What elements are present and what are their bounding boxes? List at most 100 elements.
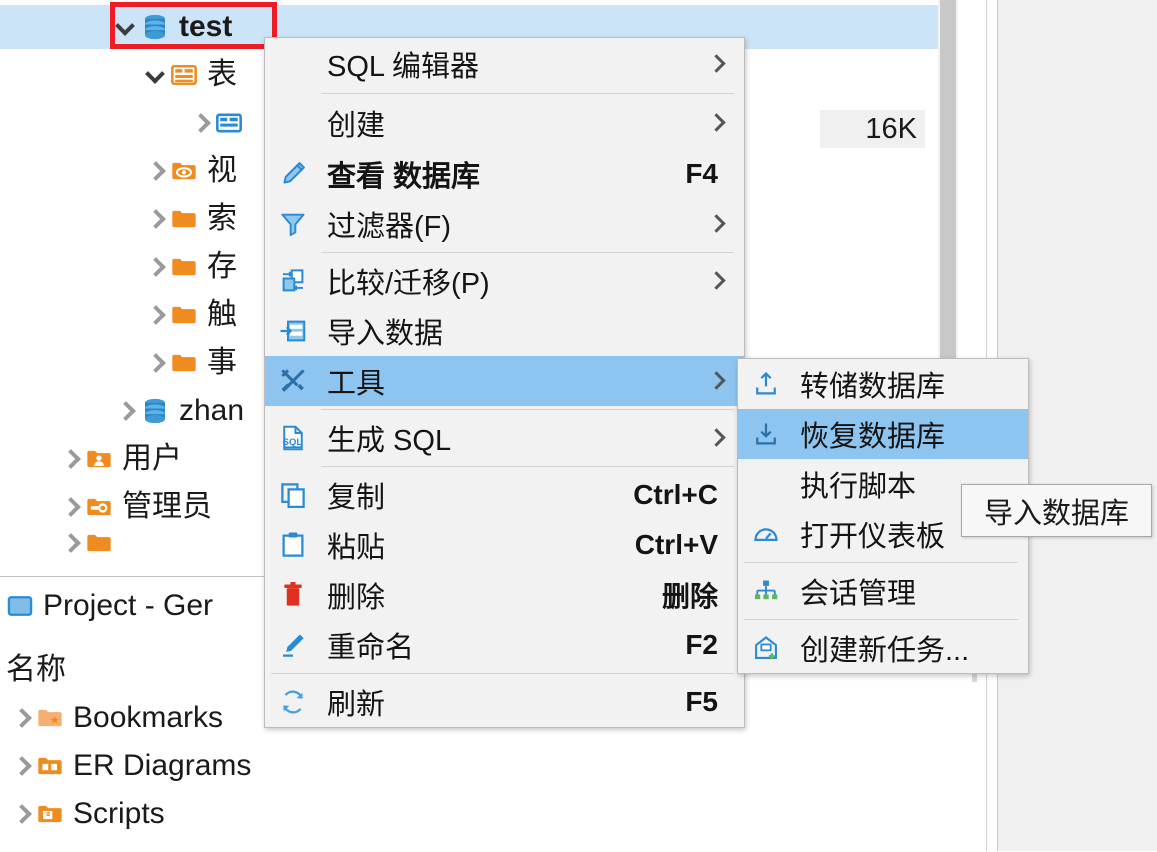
menu-item-accelerator: Ctrl+C xyxy=(633,479,718,510)
generate-sql-icon: SQL xyxy=(271,413,315,463)
tree-node-views[interactable]: 视 xyxy=(140,149,237,193)
admin-folder-icon xyxy=(85,493,113,521)
no-icon xyxy=(271,39,315,89)
chevron-right-icon xyxy=(61,498,79,516)
tree-node-users[interactable]: 用户 xyxy=(55,437,182,481)
menu-separator xyxy=(321,93,734,94)
tree-node-triggers[interactable]: 触 xyxy=(140,293,237,337)
download-icon xyxy=(744,409,788,459)
menu-separator xyxy=(321,252,734,253)
tree-node-label: 用户 xyxy=(122,442,182,475)
tree-node-zhan[interactable]: zhan xyxy=(110,389,244,433)
tree-node-tables[interactable]: 表 xyxy=(140,53,237,97)
menu-item-sql-editor[interactable]: SQL 编辑器 xyxy=(265,38,744,90)
context-menu[interactable]: SQL 编辑器 创建 查看 数据库 F4 过滤器(F) 比较/迁移(P) 导入数… xyxy=(264,37,745,728)
menu-item-paste[interactable]: 粘贴 Ctrl+V xyxy=(265,520,744,570)
chevron-right-icon xyxy=(61,450,79,468)
menu-item-label: SQL 编辑器 xyxy=(327,51,480,83)
submenu-item-restore-database[interactable]: 恢复数据库 xyxy=(738,409,1028,459)
menu-separator xyxy=(321,466,734,467)
tree-node-partial-below[interactable] xyxy=(55,533,122,553)
menu-item-import-data[interactable]: 导入数据 xyxy=(265,306,744,356)
chevron-right-icon xyxy=(146,162,164,180)
upload-icon xyxy=(744,359,788,409)
chevron-right-icon xyxy=(191,114,209,132)
menu-item-view-database[interactable]: 查看 数据库 F4 xyxy=(265,149,744,199)
menu-item-label: 刷新 xyxy=(327,689,386,721)
chevron-right-icon xyxy=(146,258,164,276)
menu-item-refresh[interactable]: 刷新 F5 xyxy=(265,677,744,727)
compare-icon xyxy=(271,256,315,306)
chevron-right-icon xyxy=(708,372,726,390)
menu-item-accelerator: Ctrl+V xyxy=(634,529,718,560)
menu-item-filter[interactable]: 过滤器(F) xyxy=(265,199,744,249)
project-item-er-diagrams[interactable]: ER Diagrams xyxy=(6,744,251,788)
sessions-icon xyxy=(744,566,788,616)
tree-node-procedures[interactable]: 存 xyxy=(140,245,237,289)
chevron-right-icon xyxy=(146,210,164,228)
menu-item-label: 比较/迁移(P) xyxy=(327,268,490,300)
project-item-label: Bookmarks xyxy=(73,701,224,734)
submenu-item-label: 会话管理 xyxy=(800,578,917,610)
menu-item-copy[interactable]: 复制 Ctrl+C xyxy=(265,470,744,520)
menu-item-label: 删除 xyxy=(327,582,386,614)
dashboard-icon xyxy=(744,509,788,559)
menu-item-rename[interactable]: 重命名 F2 xyxy=(265,620,744,670)
tree-node-admins[interactable]: 管理员 xyxy=(55,485,212,529)
chevron-right-icon xyxy=(708,114,726,132)
database-icon xyxy=(140,396,170,426)
menu-item-label: 过滤器(F) xyxy=(327,211,452,243)
tree-node-indexes[interactable]: 索 xyxy=(140,197,237,241)
chevron-right-icon xyxy=(708,272,726,290)
no-icon xyxy=(744,459,788,509)
tools-icon xyxy=(271,356,315,406)
menu-item-label: 粘贴 xyxy=(327,532,386,564)
refresh-icon xyxy=(271,677,315,727)
menu-item-compare-migrate[interactable]: 比较/迁移(P) xyxy=(265,256,744,306)
rename-icon xyxy=(271,620,315,670)
submenu-item-dump-database[interactable]: 转储数据库 xyxy=(738,359,1028,409)
menu-item-create[interactable]: 创建 xyxy=(265,97,744,149)
bookmarks-folder-icon xyxy=(36,704,64,732)
chevron-right-icon xyxy=(116,402,134,420)
folder-icon xyxy=(170,301,198,329)
menu-item-delete[interactable]: 删除 删除 xyxy=(265,570,744,620)
chevron-right-icon xyxy=(146,354,164,372)
chevron-right-icon xyxy=(12,805,30,823)
project-item-bookmarks[interactable]: Bookmarks xyxy=(6,696,223,740)
trash-icon xyxy=(271,570,315,620)
menu-item-generate-sql[interactable]: SQL 生成 SQL xyxy=(265,413,744,463)
menu-item-label: 重命名 xyxy=(327,632,415,664)
project-item-scripts[interactable]: Scripts xyxy=(6,792,165,836)
tree-node-table-child[interactable] xyxy=(185,101,252,145)
chevron-right-icon xyxy=(146,306,164,324)
chevron-right-icon xyxy=(708,215,726,233)
submenu-separator xyxy=(744,562,1018,563)
tree-node-label: 触 xyxy=(207,298,237,331)
scripts-folder-icon xyxy=(36,800,64,828)
menu-separator xyxy=(271,673,734,674)
paste-icon xyxy=(271,520,315,570)
tooltip-text: 导入数据库 xyxy=(983,497,1129,530)
submenu-item-create-new-task[interactable]: 创建新任务... xyxy=(738,623,1028,673)
chevron-down-icon xyxy=(146,66,164,84)
menu-item-label: 查看 数据库 xyxy=(327,161,481,193)
table-icon xyxy=(215,109,243,137)
tree-node-label: 索 xyxy=(207,202,237,235)
submenu-separator xyxy=(744,619,1018,620)
tooltip: 导入数据库 xyxy=(961,484,1152,537)
project-item-label: Scripts xyxy=(73,797,165,830)
tree-node-label: 管理员 xyxy=(122,490,212,523)
menu-item-tools[interactable]: 工具 xyxy=(265,356,744,406)
annotation-red-rectangle xyxy=(110,2,277,49)
views-folder-icon xyxy=(170,157,198,185)
project-panel-title-label: Project - Ger xyxy=(43,589,214,622)
project-panel-title[interactable]: Project - Ger xyxy=(6,584,213,628)
folder-icon xyxy=(85,533,113,553)
folder-icon xyxy=(170,349,198,377)
project-icon xyxy=(6,592,34,620)
tree-node-events[interactable]: 事 xyxy=(140,341,237,385)
table-size-cell: 16K xyxy=(820,110,925,148)
import-data-icon xyxy=(271,306,315,356)
submenu-item-session-manager[interactable]: 会话管理 xyxy=(738,566,1028,616)
